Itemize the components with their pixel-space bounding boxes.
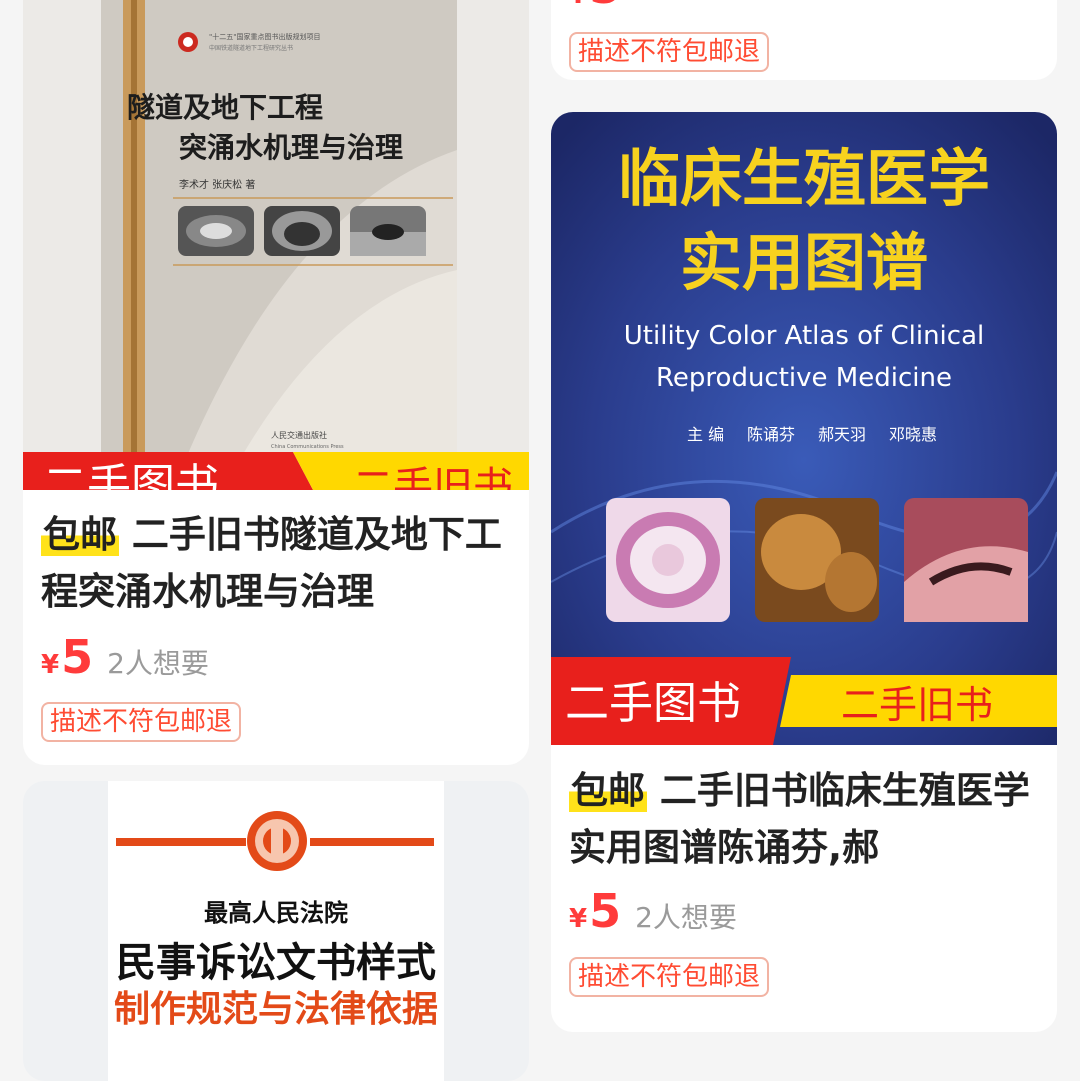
cover-series-text: "十二五"国家重点图书出版规划项目 xyxy=(209,32,320,41)
want-count: 2人想要 xyxy=(635,901,737,934)
product-title[interactable]: 包邮 二手旧书临床生殖医学实用图谱陈诵芬,郝 xyxy=(569,762,1039,876)
currency-symbol: ¥ xyxy=(569,904,588,934)
banner-old-books: 二手旧书 xyxy=(841,683,993,727)
cover-title-line1: 临床生殖医学 xyxy=(618,142,990,215)
cover-editor-label: 主 编 xyxy=(687,425,724,444)
cover-series-text-2: 中国铁道隧道地下工程研究丛书 xyxy=(209,44,293,52)
cover-title-line2: 突涌水机理与治理 xyxy=(179,131,403,164)
cover-en-title-2: Reproductive Medicine xyxy=(656,363,952,393)
cover-title-line2: 民事诉讼文书样式 xyxy=(116,940,436,986)
price-value: 5 xyxy=(61,630,94,684)
want-count: 2人想要 xyxy=(107,647,209,680)
currency-symbol: ¥ xyxy=(569,0,587,10)
price-value: 5 xyxy=(589,884,622,938)
banner-secondhand-books: 二手图书 xyxy=(43,460,219,490)
cover-editor-3: 邓晓惠 xyxy=(889,425,937,444)
price: ¥ 5 2人想要 xyxy=(569,884,737,938)
banner-old-books: 二手旧书 xyxy=(353,464,513,490)
banner-secondhand-books: 二手图书 xyxy=(565,678,741,729)
cover-title-line3: 制作规范与法律依据 xyxy=(114,989,438,1030)
cover-editor-2: 郝天羽 xyxy=(818,425,866,444)
product-card[interactable]: 最高人民法院 民事诉讼文书样式 制作规范与法律依据 xyxy=(23,781,529,1081)
currency-symbol: ¥ xyxy=(41,650,60,680)
cover-en-title-1: Utility Color Atlas of Clinical xyxy=(624,321,984,351)
free-shipping-badge: 包邮 xyxy=(569,769,647,812)
product-card[interactable]: "十二五"国家重点图书出版规划项目 中国铁道隧道地下工程研究丛书 隧道及地下工程… xyxy=(23,0,529,765)
free-shipping-badge: 包邮 xyxy=(41,513,119,556)
product-card[interactable]: 临床生殖医学 实用图谱 Utility Color Atlas of Clini… xyxy=(551,112,1057,1032)
cover-publisher: 人民交通出版社 xyxy=(271,430,327,440)
return-tag: 描述不符包邮退 xyxy=(569,957,770,997)
product-image[interactable]: 临床生殖医学 实用图谱 Utility Color Atlas of Clini… xyxy=(551,112,1057,745)
cover-editor-1: 陈诵芬 xyxy=(747,425,795,444)
product-title[interactable]: 包邮 二手旧书隧道及地下工程突涌水机理与治理 xyxy=(41,506,511,620)
product-image[interactable]: "十二五"国家重点图书出版规划项目 中国铁道隧道地下工程研究丛书 隧道及地下工程… xyxy=(23,0,529,490)
price: ¥ 5 2人想要 xyxy=(41,630,209,684)
cover-title-line1: 隧道及地下工程 xyxy=(127,91,323,124)
return-tag: 描述不符包邮退 xyxy=(41,702,242,742)
price: ¥ 5 xyxy=(569,0,621,14)
cover-title-line2: 实用图谱 xyxy=(680,226,928,299)
return-tag: 描述不符包邮退 xyxy=(569,32,770,72)
product-card-top-right[interactable]: ¥ 5 描述不符包邮退 xyxy=(551,0,1057,80)
cover-publisher-en: China Communications Press xyxy=(271,444,344,450)
cover-title-line1: 最高人民法院 xyxy=(204,899,348,927)
product-image[interactable]: 最高人民法院 民事诉讼文书样式 制作规范与法律依据 xyxy=(23,781,529,1081)
cover-authors: 李术才 张庆松 著 xyxy=(179,178,255,191)
price-value: 5 xyxy=(589,0,621,14)
